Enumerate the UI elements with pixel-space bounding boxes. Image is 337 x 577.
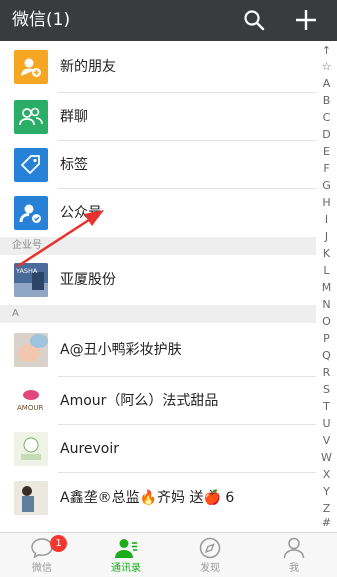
- index-letter[interactable]: R: [316, 366, 337, 380]
- index-letter[interactable]: Y: [316, 485, 337, 499]
- tab-chats[interactable]: 1 微信: [0, 533, 84, 577]
- person-icon: [283, 537, 305, 559]
- enterprise-row[interactable]: YASHA 亚厦股份: [0, 255, 316, 305]
- avatar: [14, 432, 48, 466]
- index-letter[interactable]: B: [316, 94, 337, 108]
- index-letter[interactable]: V: [316, 434, 337, 448]
- tab-label: 微信: [32, 563, 52, 574]
- index-letter[interactable]: N: [316, 298, 337, 312]
- index-letter[interactable]: D: [316, 128, 337, 142]
- enterprise-name: 亚厦股份: [60, 272, 116, 288]
- index-letter[interactable]: L: [316, 264, 337, 278]
- plus-icon[interactable]: [295, 9, 317, 31]
- contact-name: Aurevoir: [60, 441, 120, 457]
- index-letter[interactable]: O: [316, 315, 337, 329]
- index-letter[interactable]: H: [316, 196, 337, 210]
- section-title: 企业号: [12, 240, 42, 251]
- tab-discover[interactable]: 发现: [168, 533, 252, 577]
- tab-contacts[interactable]: 通讯录: [84, 533, 168, 577]
- group-chat-row[interactable]: 群聊: [0, 93, 316, 141]
- tab-label: 发现: [200, 563, 220, 574]
- tags-label: 标签: [60, 157, 88, 173]
- official-accounts-row[interactable]: 公众号: [0, 189, 316, 237]
- tags-row[interactable]: 标签: [0, 141, 316, 189]
- avatar: AMOUR: [14, 384, 48, 418]
- index-letter[interactable]: C: [316, 111, 337, 125]
- official-accounts-label: 公众号: [60, 205, 102, 221]
- index-letter[interactable]: Z: [316, 502, 337, 516]
- tab-label: 通讯录: [111, 563, 141, 574]
- section-header-a: A: [0, 305, 316, 323]
- top-bar: 微信(1): [0, 0, 337, 41]
- contact-name: A鑫垄®总监🔥齐妈 送🍎 6: [60, 490, 235, 506]
- index-letter[interactable]: X: [316, 468, 337, 482]
- contact-list[interactable]: 新的朋友 群聊 标签 公众号 企业号 YASHA 亚厦股份 A A@丑小鸭彩妆护…: [0, 41, 316, 532]
- page-title: 微信(1): [12, 10, 71, 30]
- section-title: A: [12, 308, 19, 319]
- contact-row[interactable]: Aurevoir: [0, 425, 316, 473]
- compass-icon: [199, 537, 221, 559]
- group-chat-label: 群聊: [60, 109, 88, 125]
- svg-text:YASHA: YASHA: [15, 267, 38, 275]
- contact-row[interactable]: A@丑小鸭彩妆护肤: [0, 323, 316, 377]
- svg-text:AMOUR: AMOUR: [17, 404, 43, 412]
- new-friends-icon: [14, 50, 48, 84]
- avatar: [14, 481, 48, 515]
- bottom-tab-bar: 1 微信 通讯录 发现 我: [0, 532, 337, 577]
- index-letter[interactable]: Q: [316, 349, 337, 363]
- index-letter[interactable]: U: [316, 417, 337, 431]
- index-letter[interactable]: ☆: [316, 60, 337, 74]
- official-account-icon: [14, 196, 48, 230]
- avatar: YASHA: [14, 263, 48, 297]
- index-letter[interactable]: #: [316, 516, 337, 530]
- index-letter[interactable]: M: [316, 281, 337, 295]
- index-letter[interactable]: W: [316, 451, 337, 465]
- index-letter[interactable]: ↑: [316, 44, 337, 58]
- index-letter[interactable]: A: [316, 77, 337, 91]
- group-chat-icon: [14, 100, 48, 134]
- index-letter[interactable]: E: [316, 145, 337, 159]
- unread-badge: 1: [50, 535, 67, 552]
- section-header-enterprise: 企业号: [0, 237, 316, 255]
- index-letter[interactable]: P: [316, 332, 337, 346]
- index-letter[interactable]: G: [316, 179, 337, 193]
- tag-icon: [14, 148, 48, 182]
- index-letter[interactable]: S: [316, 383, 337, 397]
- new-friends-row[interactable]: 新的朋友: [0, 41, 316, 93]
- alphabet-index[interactable]: ↑ ☆ A B C D E F G H I J K L M N O P Q R …: [316, 41, 337, 532]
- contact-row[interactable]: AMOUR Amour（阿么）法式甜品: [0, 377, 316, 425]
- search-icon[interactable]: [243, 9, 265, 31]
- index-letter[interactable]: J: [316, 230, 337, 244]
- tab-me[interactable]: 我: [252, 533, 336, 577]
- index-letter[interactable]: T: [316, 400, 337, 414]
- index-letter[interactable]: K: [316, 247, 337, 261]
- contacts-icon: [115, 539, 137, 558]
- index-letter[interactable]: I: [316, 213, 337, 227]
- contact-row[interactable]: A鑫垄®总监🔥齐妈 送🍎 6: [0, 473, 316, 523]
- tab-label: 我: [289, 563, 299, 574]
- new-friends-label: 新的朋友: [60, 59, 116, 75]
- contact-name: Amour（阿么）法式甜品: [60, 393, 219, 409]
- index-letter[interactable]: F: [316, 162, 337, 176]
- contact-name: A@丑小鸭彩妆护肤: [60, 342, 182, 358]
- avatar: [14, 333, 48, 367]
